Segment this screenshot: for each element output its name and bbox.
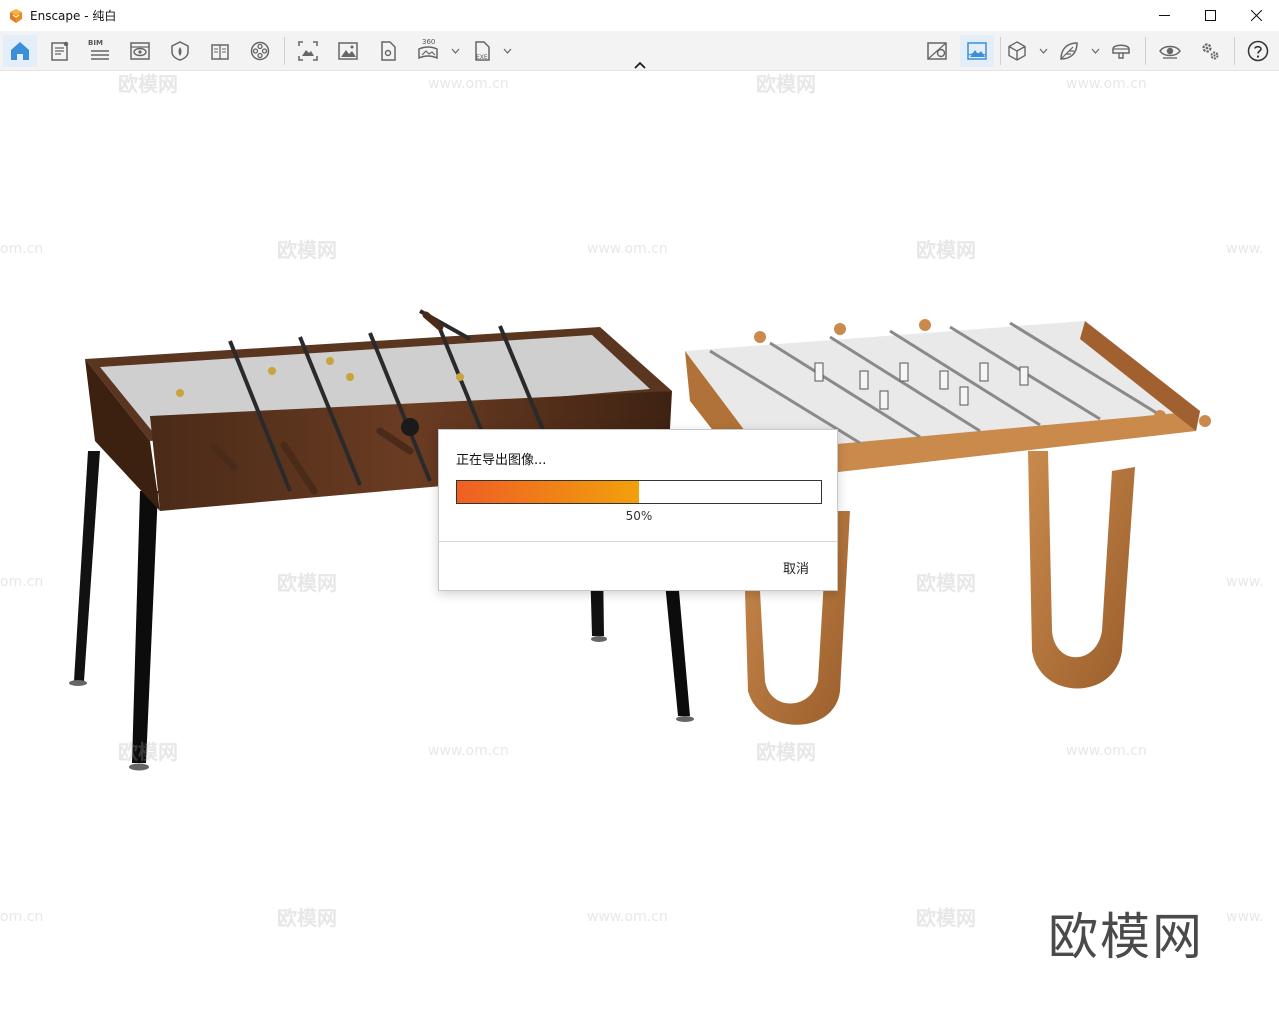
- export-exe-button[interactable]: EXE: [465, 35, 499, 67]
- maximize-button[interactable]: [1187, 0, 1233, 31]
- cube-view-button[interactable]: [1000, 35, 1034, 67]
- svg-text:www.om.cn: www.om.cn: [428, 743, 509, 759]
- svg-text:www.: www.: [1226, 241, 1264, 257]
- chevron-down-icon: [1091, 48, 1099, 54]
- chevron-down-icon: [451, 48, 459, 54]
- export-file-button[interactable]: [371, 35, 405, 67]
- leaf-icon: [1060, 42, 1078, 60]
- enscape-logo-icon: [10, 8, 22, 23]
- image-icon: [338, 42, 358, 60]
- svg-text:om.cn: om.cn: [0, 574, 43, 590]
- progress-percent-label: 50%: [625, 509, 653, 523]
- vegetation-dropdown-button[interactable]: [1090, 43, 1100, 59]
- minimize-icon: [1158, 15, 1170, 16]
- svg-text:欧模网: 欧模网: [277, 906, 337, 930]
- video-editor-button[interactable]: [243, 35, 277, 67]
- svg-text:om.cn: om.cn: [0, 241, 43, 257]
- vr-headset-icon: [1112, 44, 1130, 59]
- svg-text:om.cn: om.cn: [0, 909, 43, 925]
- dialog-title: 正在导出图像...: [456, 453, 547, 468]
- visual-settings-button[interactable]: [1153, 35, 1187, 67]
- map-button[interactable]: [920, 35, 954, 67]
- chevron-down-icon: [1039, 48, 1047, 54]
- minimize-button[interactable]: [1141, 0, 1187, 31]
- svg-text:www.om.cn: www.om.cn: [587, 909, 668, 925]
- export-dropdown-button[interactable]: [502, 43, 512, 59]
- screenshot-button[interactable]: [291, 35, 325, 67]
- map-marker-icon: [927, 42, 947, 60]
- help-icon: [1247, 40, 1269, 62]
- title-bar: Enscape - 纯白: [0, 0, 1279, 31]
- home-button[interactable]: [3, 35, 37, 67]
- eye-icon: [1159, 45, 1181, 59]
- svg-text:欧模网: 欧模网: [118, 740, 178, 764]
- file-pin-icon: [381, 41, 396, 61]
- cancel-button[interactable]: 取消: [783, 558, 809, 577]
- cube-dropdown-button[interactable]: [1038, 43, 1048, 59]
- export-progress-dialog: 正在导出图像... 50% 取消: [438, 429, 838, 591]
- svg-text:www.om.cn: www.om.cn: [1066, 76, 1147, 92]
- book-icon: [211, 44, 229, 60]
- shield-leaf-icon: [171, 41, 189, 61]
- toolbar-separator: [1145, 37, 1146, 65]
- film-reel-icon: [250, 41, 270, 61]
- crop-image-icon: [298, 41, 318, 61]
- general-settings-button[interactable]: [1193, 35, 1227, 67]
- svg-text:www.om.cn: www.om.cn: [1066, 743, 1147, 759]
- window-controls: [1141, 0, 1279, 31]
- background-button[interactable]: [960, 35, 994, 67]
- vr-headset-button[interactable]: [1104, 35, 1138, 67]
- panorama-dropdown-button[interactable]: [450, 43, 460, 59]
- close-button[interactable]: [1233, 0, 1279, 31]
- maximize-icon: [1204, 10, 1216, 21]
- svg-text:欧模网: 欧模网: [916, 906, 976, 930]
- svg-text:欧模网: 欧模网: [756, 740, 816, 764]
- cube-icon: [1008, 41, 1026, 61]
- svg-text:欧模网: 欧模网: [118, 72, 178, 96]
- progress-bar: [456, 480, 822, 504]
- vegetation-button[interactable]: [1052, 35, 1086, 67]
- document-icon: [51, 41, 69, 61]
- bim-button[interactable]: BIM: [83, 35, 117, 67]
- window-title: Enscape - 纯白: [30, 9, 117, 23]
- asset-library-button[interactable]: [163, 35, 197, 67]
- material-editor-button[interactable]: [203, 35, 237, 67]
- svg-text:欧模网: 欧模网: [756, 72, 816, 96]
- chevron-down-icon: [503, 48, 511, 54]
- home-icon: [11, 42, 29, 60]
- collapse-toolbar-chevron-icon[interactable]: [632, 59, 648, 71]
- eye-panel-icon: [130, 42, 150, 60]
- svg-text:欧模网: 欧模网: [277, 238, 337, 262]
- svg-text:欧模网: 欧模网: [277, 571, 337, 595]
- svg-text:www.om.cn: www.om.cn: [587, 241, 668, 257]
- svg-text:www.: www.: [1226, 909, 1264, 925]
- close-icon: [1250, 10, 1262, 21]
- panorama-label: 360: [422, 38, 436, 46]
- svg-text:www.: www.: [1226, 574, 1264, 590]
- view-button[interactable]: [123, 35, 157, 67]
- panorama-button[interactable]: 360: [411, 35, 445, 67]
- dialog-divider: [439, 541, 837, 542]
- toolbar-separator: [284, 37, 285, 65]
- batch-render-button[interactable]: [331, 35, 365, 67]
- landscape-icon: [967, 42, 987, 60]
- toolbar-separator: [1234, 37, 1235, 65]
- progress-bar-fill: [457, 481, 639, 503]
- help-button[interactable]: [1241, 35, 1275, 67]
- gears-icon: [1202, 43, 1219, 60]
- svg-text:欧模网: 欧模网: [916, 571, 976, 595]
- documents-button[interactable]: [43, 35, 77, 67]
- bim-label: BIM: [88, 39, 103, 47]
- svg-text:www.om.cn: www.om.cn: [428, 76, 509, 92]
- exe-label: EXE: [476, 54, 488, 61]
- svg-text:欧模网: 欧模网: [916, 238, 976, 262]
- brand-watermark: 欧模网: [1048, 908, 1204, 966]
